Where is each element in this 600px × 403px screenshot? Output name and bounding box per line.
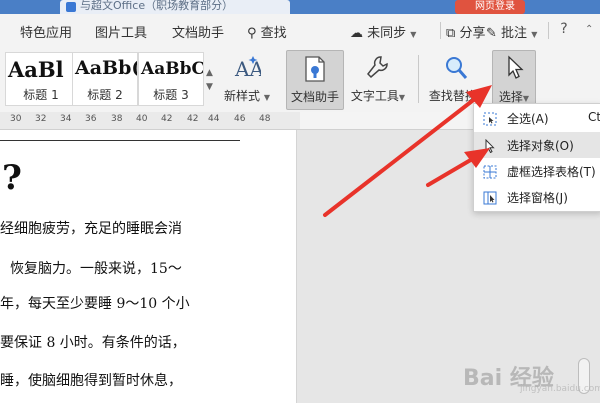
sync-status[interactable]: ☁ 未同步 ▼ <box>350 22 416 41</box>
ruler-tick: 38 <box>111 114 123 124</box>
wrench-icon <box>365 54 391 86</box>
body-text-line: 恢复脑力。一般来说，15～ <box>10 261 182 277</box>
menu-item-label: 选择对象(O) <box>507 139 574 153</box>
ruler-tick: 46 <box>234 114 246 124</box>
chevron-down-icon: ▼ <box>522 94 530 103</box>
title-bar: 与超文Office（职场教育部分） 网页登录 <box>0 0 600 14</box>
menu-search-label: 查找 <box>260 26 287 41</box>
menu-doc-helper[interactable]: 文档助手 <box>172 22 224 41</box>
ruler-tick: 36 <box>85 114 97 124</box>
baidu-watermark-url: jingyan.baidu.com <box>520 384 600 394</box>
chevron-down-icon: ▼ <box>531 30 538 39</box>
login-badge[interactable]: 网页登录 <box>455 0 525 14</box>
selection-pane-icon <box>483 190 497 205</box>
share-button[interactable]: ⧉ 分享 <box>446 22 485 41</box>
heading-fragment: ? <box>2 158 22 198</box>
chevron-down-icon: ▼ <box>263 93 270 102</box>
doc-helper-icon <box>302 55 328 87</box>
chevron-down-icon: ▼ <box>410 30 417 39</box>
cloud-icon: ☁ <box>350 26 363 41</box>
collapse-ribbon-icon[interactable]: ⌃ <box>585 24 593 35</box>
share-icon: ⧉ <box>446 26 456 41</box>
styles-scroll[interactable]: ▲ ▼ <box>205 50 215 108</box>
menu-divider <box>548 22 549 39</box>
select-label: 选择 <box>498 90 523 104</box>
menu-item-select-all[interactable]: 全选(A) Ctrl <box>474 105 600 131</box>
menu-item-label: 选择窗格(J) <box>507 191 568 205</box>
new-style-label: 新样式 <box>224 89 261 103</box>
style-heading-1[interactable]: AaBl 标题 1 <box>5 52 77 106</box>
ruler-tick: 30 <box>10 114 22 124</box>
comment-button[interactable]: ✎ 批注 ▼ <box>486 22 537 41</box>
chevron-down-icon: ▼ <box>398 93 406 102</box>
dashed-table-icon <box>483 164 497 179</box>
find-replace-button[interactable]: 查找替换▼ <box>425 50 487 108</box>
document-page[interactable]: ? 经细胞疲劳，充足的睡眠会消 恢复脑力。一般来说，15～ 年，每天至少要睡 9… <box>0 130 297 403</box>
ruler-tick: 42 <box>161 114 173 124</box>
body-text-line: 睡，使脑细胞得到暂时休息， <box>0 373 182 389</box>
chevron-up-icon: ▲ <box>206 68 213 78</box>
menu-item-select-table[interactable]: 虚框选择表格(T) <box>474 158 600 184</box>
new-style-icon: AA <box>233 54 264 86</box>
help-button[interactable]: ? <box>555 20 573 38</box>
search-icon: ⚲ <box>247 26 257 41</box>
ruler-tick: 48 <box>259 114 271 124</box>
chevron-down-icon: ▼ <box>206 82 213 92</box>
cursor-arrow-icon <box>483 138 497 154</box>
chevron-down-icon: ▼ <box>476 93 484 102</box>
find-replace-label: 查找替换 <box>428 89 477 103</box>
menu-item-select-object[interactable]: 选择对象(O) <box>474 132 600 158</box>
body-text-line: 经细胞疲劳，充足的睡眠会消 <box>0 221 182 237</box>
style-caption: 标题 2 <box>87 88 123 102</box>
document-icon <box>66 2 76 12</box>
comment-icon: ✎ <box>486 26 497 41</box>
ruler-tick: 34 <box>60 114 72 124</box>
svg-text:AA: AA <box>234 57 261 81</box>
new-style-button[interactable]: AA 新样式 ▼ <box>218 50 276 108</box>
magnifier-icon <box>443 54 469 86</box>
menu-search[interactable]: ⚲ 查找 <box>247 22 287 41</box>
menu-picture-tools[interactable]: 图片工具 <box>95 22 147 41</box>
style-caption: 标题 3 <box>153 88 189 102</box>
menu-item-selection-pane[interactable]: 选择窗格(J) <box>474 184 600 210</box>
text-tools-label: 文字工具 <box>350 89 399 103</box>
select-all-icon <box>483 111 497 126</box>
style-preview: AaBbC <box>141 59 204 79</box>
menu-divider <box>440 22 441 39</box>
document-tab-title: 与超文Office（职场教育部分） <box>80 0 234 12</box>
cursor-arrow-icon <box>504 55 524 85</box>
style-heading-2[interactable]: AaBb( 标题 2 <box>72 52 138 106</box>
select-button[interactable]: 选择▼ <box>492 50 536 110</box>
menu-bar: 特色应用 图片工具 文档助手 ⚲ 查找 ☁ 未同步 ▼ ⧉ 分享 ✎ 批注 ▼ … <box>0 14 600 48</box>
style-caption: 标题 1 <box>23 88 59 102</box>
menu-item-label: 全选(A) <box>507 112 549 126</box>
horizontal-ruler[interactable]: 30 32 34 36 38 40 42 <box>0 112 300 130</box>
style-preview: AaBb( <box>75 57 138 79</box>
ruler-tick: 32 <box>35 114 47 124</box>
page-top-rule <box>0 140 240 141</box>
ruler-tick: 44 <box>208 114 220 124</box>
menu-item-label: 虚框选择表格(T) <box>507 165 596 179</box>
menu-item-shortcut: Ctrl <box>588 110 600 124</box>
style-heading-3[interactable]: AaBbC 标题 3 <box>138 52 204 106</box>
body-text-line: 要保证 8 小时。有条件的话， <box>0 335 186 351</box>
comment-label: 批注 <box>501 26 528 41</box>
select-dropdown-menu: 全选(A) Ctrl 选择对象(O) 虚框选择表格(T) 选择窗格(J) <box>473 103 600 212</box>
text-tools-button[interactable]: 文字工具▼ <box>347 50 409 108</box>
doc-helper-button[interactable]: 文档助手 <box>286 50 344 110</box>
ruler-tick: 42 <box>187 114 199 124</box>
doc-helper-label: 文档助手 <box>290 90 339 104</box>
ruler-tick: 40 <box>136 114 148 124</box>
share-label: 分享 <box>459 26 486 41</box>
menu-special-apps[interactable]: 特色应用 <box>20 22 72 41</box>
body-text-line: 年，每天至少要睡 9～10 个小 <box>0 296 190 312</box>
style-preview: AaBl <box>8 57 64 82</box>
login-badge-text: 网页登录 <box>475 1 515 12</box>
ribbon-divider <box>418 55 419 103</box>
horizontal-ruler-margin <box>300 112 475 130</box>
sync-label: 未同步 <box>367 26 407 41</box>
